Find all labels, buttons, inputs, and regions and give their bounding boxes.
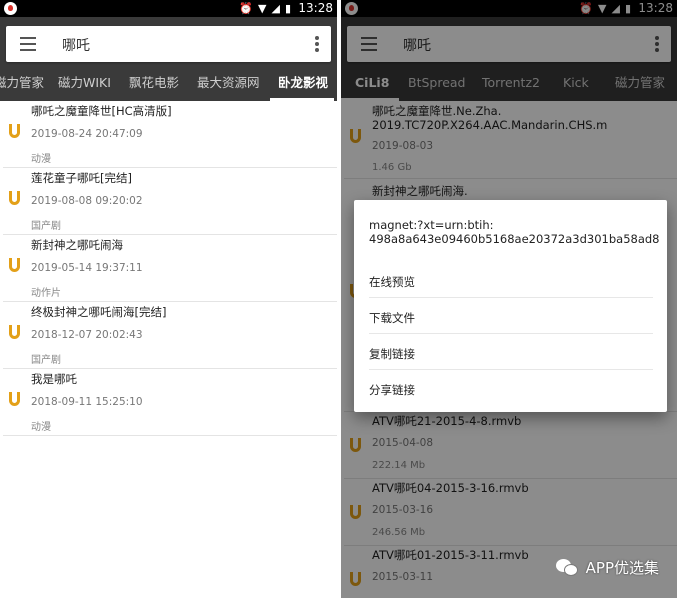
item-date: 2019-08-08 09:20:02 <box>31 195 143 207</box>
watermark: APP优选集 <box>555 557 659 578</box>
item-category: 动漫 <box>31 422 51 433</box>
status-bar: ⏰ ▼ ◢ ▮ 13:28 <box>0 0 337 17</box>
item-title: 新封神之哪吒闹海 <box>31 238 123 252</box>
left-phone-screen: ⏰ ▼ ◢ ▮ 13:28 哪吒 磁力管家 磁力WIKI 飘花电影 最大资源网 … <box>0 0 337 598</box>
magnet-action-dialog: magnet:?xt=urn:btih: 498a8a643e09460b516… <box>354 200 667 412</box>
magnet-icon <box>7 258 22 273</box>
option-label: 分享链接 <box>369 383 415 397</box>
result-list: 哪吒之魔童降世[HC高清版] 2019-08-24 20:47:09 动漫 莲花… <box>0 101 337 436</box>
online-preview-option[interactable]: 在线预览 <box>354 262 667 298</box>
item-title: 我是哪吒 <box>31 372 77 386</box>
item-date: 2019-08-24 20:47:09 <box>31 128 143 140</box>
option-label: 复制链接 <box>369 347 415 361</box>
item-date: 2018-12-07 20:02:43 <box>31 329 143 341</box>
item-title: 莲花童子哪吒[完结] <box>31 171 132 185</box>
menu-icon[interactable] <box>20 37 36 51</box>
magnet-icon <box>7 124 22 139</box>
tab-wolong[interactable]: 卧龙影视 <box>278 69 328 101</box>
option-label: 在线预览 <box>369 275 415 289</box>
tab-piaohua[interactable]: 飘花电影 <box>129 69 179 101</box>
more-options-icon[interactable] <box>315 36 319 52</box>
signal-icon: ◢ <box>271 2 280 15</box>
search-input[interactable]: 哪吒 <box>62 35 90 55</box>
magnet-icon <box>7 325 22 340</box>
item-title: 哪吒之魔童降世[HC高清版] <box>31 104 172 118</box>
tab-cili-guanjia[interactable]: 磁力管家 <box>0 69 44 101</box>
item-category: 动漫 <box>31 154 51 165</box>
list-item[interactable]: 新封神之哪吒闹海 2019-05-14 19:37:11 动作片 <box>3 235 337 302</box>
list-item[interactable]: 终极封神之哪吒闹海[完结] 2018-12-07 20:02:43 国产剧 <box>3 302 337 369</box>
app-bar: 哪吒 磁力管家 磁力WIKI 飘花电影 最大资源网 卧龙影视 <box>0 17 337 101</box>
wechat-icon <box>555 558 580 578</box>
battery-icon: ▮ <box>284 2 291 15</box>
app-notification-icon <box>4 2 17 15</box>
list-item[interactable]: 哪吒之魔童降世[HC高清版] 2019-08-24 20:47:09 动漫 <box>3 101 337 168</box>
magnet-link-text: magnet:?xt=urn:btih: 498a8a643e09460b516… <box>369 218 660 246</box>
item-category: 动作片 <box>31 288 61 299</box>
wifi-icon: ▼ <box>258 2 267 15</box>
list-item[interactable]: 莲花童子哪吒[完结] 2019-08-08 09:20:02 国产剧 <box>3 168 337 235</box>
tab-cili-wiki[interactable]: 磁力WIKI <box>58 69 111 101</box>
magnet-icon <box>7 191 22 206</box>
item-date: 2019-05-14 19:37:11 <box>31 262 143 274</box>
option-label: 下载文件 <box>369 311 415 325</box>
list-item[interactable]: 我是哪吒 2018-09-11 15:25:10 动漫 <box>3 369 337 436</box>
right-phone-screen: ⏰ ▼ ◢ ▮ 13:28 哪吒 CiLi8 BtSpread Torrentz… <box>341 0 677 598</box>
alarm-icon: ⏰ <box>239 2 253 15</box>
search-bar[interactable]: 哪吒 <box>6 26 331 62</box>
item-date: 2018-09-11 15:25:10 <box>31 396 143 408</box>
watermark-text: APP优选集 <box>585 559 659 577</box>
magnet-icon <box>7 392 22 407</box>
copy-link-option[interactable]: 复制链接 <box>354 334 667 370</box>
source-tabs: 磁力管家 磁力WIKI 飘花电影 最大资源网 卧龙影视 <box>0 69 337 101</box>
item-category: 国产剧 <box>31 221 61 232</box>
screenshot-root: ⏰ ▼ ◢ ▮ 13:28 哪吒 磁力管家 磁力WIKI 飘花电影 最大资源网 … <box>0 0 677 598</box>
item-title: 终极封神之哪吒闹海[完结] <box>31 305 167 319</box>
share-link-option[interactable]: 分享链接 <box>354 370 667 406</box>
download-file-option[interactable]: 下载文件 <box>354 298 667 334</box>
tab-zuida[interactable]: 最大资源网 <box>197 69 260 101</box>
status-time: 13:28 <box>298 1 333 15</box>
item-category: 国产剧 <box>31 355 61 366</box>
